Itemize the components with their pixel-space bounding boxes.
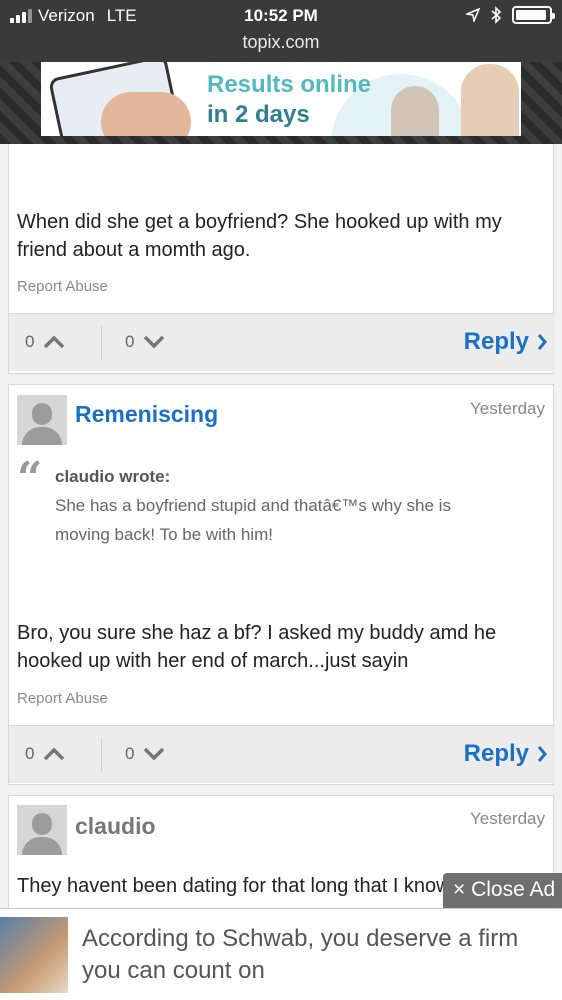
close-ad-button[interactable]: × Close Ad (443, 873, 562, 909)
upvote-button[interactable]: 0 (25, 744, 66, 764)
top-ad-banner[interactable]: Results online in 2 days (0, 62, 562, 144)
woman-photo (391, 86, 439, 136)
ad-line-2: in 2 days (207, 101, 310, 128)
reply-label: Reply (463, 740, 529, 767)
battery-icon (512, 6, 555, 24)
post-time: Yesterday (470, 399, 545, 418)
ad-headline: Results online in 2 days (207, 70, 371, 130)
report-abuse-link[interactable]: Report Abuse (17, 690, 108, 707)
chevron-up-icon (44, 335, 65, 349)
downvote-button[interactable]: 0 (125, 332, 166, 352)
chevron-right-icon (537, 334, 547, 350)
reply-label: Reply (463, 328, 529, 355)
status-bar: Verizon LTE 10:52 PM topix.com (0, 0, 562, 62)
post-time: Yesterday (470, 809, 545, 828)
status-icons (466, 6, 555, 24)
battery-fill (516, 10, 547, 20)
top-ad-content[interactable]: Results online in 2 days (41, 62, 521, 136)
vote-divider (101, 738, 102, 772)
location-arrow-icon (466, 8, 480, 22)
vote-bar: 0 0 Reply (9, 313, 555, 371)
comment-body: Bro, you sure she haz a bf? I asked my b… (17, 622, 497, 672)
author-name[interactable]: Remeniscing (75, 401, 218, 428)
downvote-count: 0 (125, 744, 135, 763)
doctor-photo (461, 64, 519, 136)
upvote-count: 0 (25, 744, 35, 763)
avatar (17, 805, 67, 855)
upvote-button[interactable]: 0 (25, 332, 66, 352)
comment-body: When did she get a boyfriend? She hooked… (17, 211, 502, 261)
author-name[interactable]: claudio (75, 813, 156, 840)
bottom-ad-copy: According to Schwab, you deserve a firm … (82, 925, 519, 984)
bluetooth-icon (491, 6, 502, 24)
quote-author: claudio wrote: (55, 467, 171, 486)
quote-icon: “ (17, 453, 43, 504)
chevron-down-icon (144, 747, 165, 761)
reply-button[interactable]: Reply (464, 740, 547, 768)
ad-line-1: Results online (207, 71, 372, 98)
comment-card: Remeniscing Yesterday “ claudio wrote: S… (8, 384, 555, 785)
comment-card: When did she get a boyfriend? She hooked… (8, 144, 555, 374)
ad-thumbnail (0, 917, 68, 993)
avatar (17, 395, 67, 445)
downvote-button[interactable]: 0 (125, 744, 166, 764)
chevron-up-icon (44, 747, 65, 761)
chevron-right-icon (537, 746, 547, 762)
chevron-down-icon (144, 335, 165, 349)
hand-image (101, 92, 191, 136)
reply-button[interactable]: Reply (464, 328, 547, 356)
vote-divider (101, 326, 102, 360)
downvote-count: 0 (125, 332, 135, 351)
url-bar[interactable]: topix.com (0, 32, 562, 53)
bottom-ad-banner[interactable]: According to Schwab, you deserve a firm … (0, 908, 562, 1000)
vote-bar: 0 0 Reply (9, 725, 555, 783)
quote-text: She has a boyfriend stupid and thatâ€™s … (55, 496, 451, 544)
report-abuse-link[interactable]: Report Abuse (17, 278, 108, 295)
upvote-count: 0 (25, 332, 35, 351)
